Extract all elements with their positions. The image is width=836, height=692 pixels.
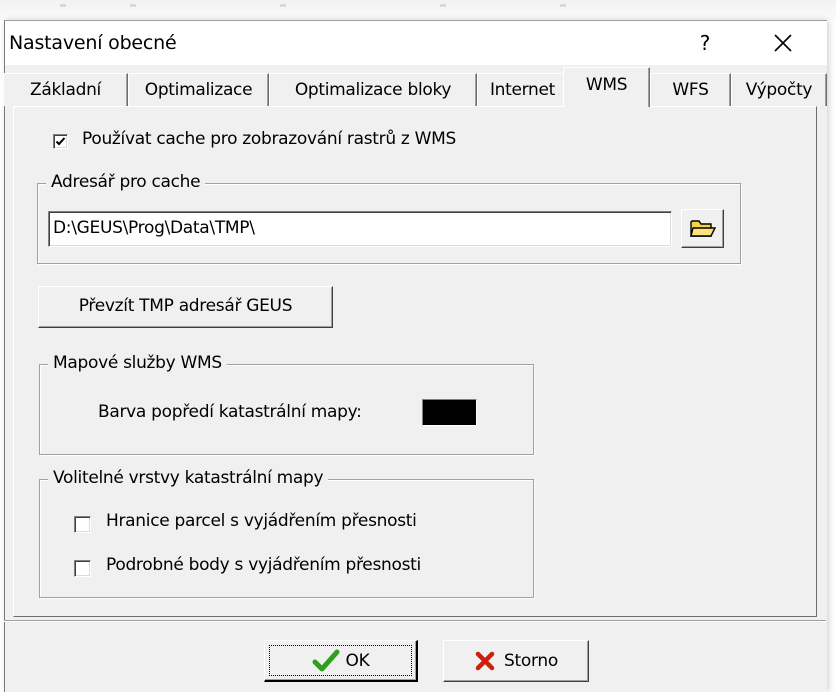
title-bar: Nastavení obecné ? xyxy=(5,21,827,65)
parcel-borders-label[interactable]: Hranice parcel s vyjádřením přesnosti xyxy=(106,511,417,531)
tab-internet[interactable]: Internet xyxy=(477,73,568,106)
help-button[interactable]: ? xyxy=(687,29,723,57)
tab-label: Internet xyxy=(489,80,556,100)
tab-optimalizace-bloky[interactable]: Optimalizace bloky xyxy=(269,73,477,106)
tab-label: Optimalizace bloky xyxy=(294,80,452,100)
check-icon xyxy=(312,649,340,671)
footer-separator xyxy=(4,620,826,622)
cancel-button[interactable]: Storno xyxy=(443,640,589,682)
cache-dir-input[interactable]: D:\GEUS\Prog\Data\TMP\ xyxy=(48,211,672,247)
parcel-borders-checkbox[interactable] xyxy=(74,516,91,533)
browse-folder-button[interactable] xyxy=(681,209,724,248)
checkmark-icon xyxy=(55,137,66,146)
cancel-label: Storno xyxy=(504,651,558,671)
tab-wms[interactable]: WMS xyxy=(563,67,650,107)
use-cache-label[interactable]: Používat cache pro zobrazování rastrů z … xyxy=(82,129,456,149)
help-label: ? xyxy=(699,31,711,55)
close-button[interactable] xyxy=(765,29,801,57)
detail-points-label[interactable]: Podrobné body s vyjádřením přesnosti xyxy=(106,555,421,575)
tab-optimalizace[interactable]: Optimalizace xyxy=(128,73,269,106)
optional-layers-legend: Volitelné vrstvy katastrální mapy xyxy=(48,468,329,488)
cache-dir-legend: Adresář pro cache xyxy=(46,172,206,192)
detail-points-checkbox[interactable] xyxy=(74,560,91,577)
ok-button[interactable]: OK xyxy=(264,640,418,682)
foreground-color-label: Barva popředí katastrální mapy: xyxy=(98,402,362,422)
ok-label: OK xyxy=(345,650,370,671)
tab-label: WMS xyxy=(585,75,628,95)
background-window-strip xyxy=(0,0,836,20)
optional-layers-group: Volitelné vrstvy katastrální mapy xyxy=(39,468,534,598)
x-icon xyxy=(475,651,495,671)
tab-zakladni[interactable]: Základní xyxy=(3,73,128,106)
tab-label: Základní xyxy=(30,80,101,100)
map-services-legend: Mapové služby WMS xyxy=(48,353,227,373)
use-cache-checkbox[interactable] xyxy=(53,134,68,149)
dialog-title: Nastavení obecné xyxy=(9,32,177,54)
tab-wfs[interactable]: WFS xyxy=(650,73,731,106)
cache-dir-value: D:\GEUS\Prog\Data\TMP\ xyxy=(53,218,255,238)
tab-label: Optimalizace xyxy=(144,80,253,100)
take-tmp-dir-label: Převzít TMP adresář GEUS xyxy=(78,296,293,316)
tab-label: WFS xyxy=(672,80,709,100)
close-icon xyxy=(774,34,792,52)
tab-vypocty[interactable]: Výpočty xyxy=(731,73,827,106)
take-tmp-dir-button[interactable]: Převzít TMP adresář GEUS xyxy=(38,286,333,328)
foreground-color-swatch[interactable] xyxy=(422,399,477,426)
folder-open-icon xyxy=(689,220,716,237)
tab-label: Výpočty xyxy=(745,80,813,100)
